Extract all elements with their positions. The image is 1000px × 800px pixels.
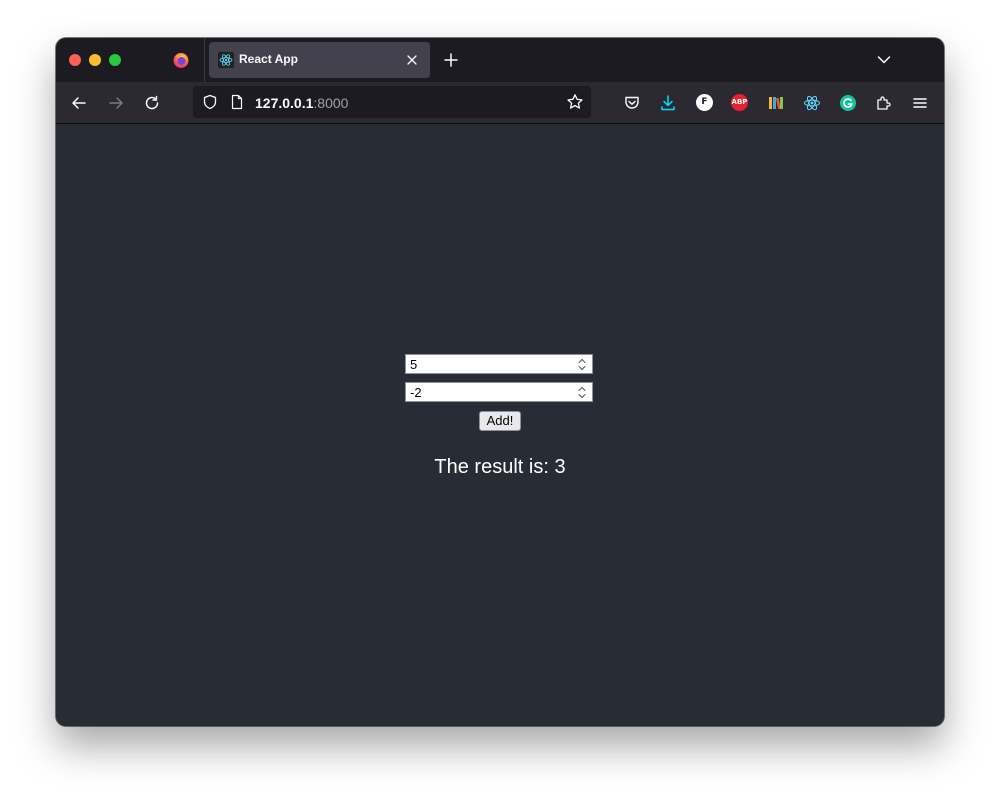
window-minimize-button[interactable] [89, 54, 101, 66]
first-number-value: 5 [410, 357, 418, 372]
plus-icon[interactable] [444, 53, 458, 67]
f-extension-icon[interactable]: F [696, 94, 713, 111]
tab-separator [204, 38, 205, 82]
second-number-input[interactable]: -2 [405, 382, 593, 402]
page-icon [231, 94, 243, 110]
nav-toolbar: 127.0.0.1:8000 F ABP [56, 82, 944, 124]
firefox-icon[interactable] [172, 51, 190, 69]
url-host: 127.0.0.1 [255, 95, 314, 111]
add-button[interactable]: Add! [479, 411, 521, 431]
chevron-down-icon[interactable] [877, 55, 891, 65]
forward-arrow-icon[interactable] [107, 94, 125, 112]
second-number-value: -2 [410, 385, 422, 400]
window-maximize-button[interactable] [109, 54, 121, 66]
tab-bar: React App [56, 38, 944, 82]
download-icon[interactable] [659, 94, 677, 112]
result-text: The result is: 3 [434, 456, 566, 478]
url-bar[interactable]: 127.0.0.1:8000 [193, 86, 591, 118]
react-devtools-icon[interactable] [803, 94, 821, 112]
tab-react-app[interactable]: React App [209, 42, 430, 78]
star-icon[interactable] [566, 93, 584, 111]
menu-hamburger-icon[interactable] [911, 94, 929, 112]
books-extension-icon[interactable] [767, 94, 785, 112]
adblock-plus-icon[interactable]: ABP [731, 94, 748, 111]
stepper-arrows-icon[interactable] [575, 357, 589, 372]
extensions-puzzle-icon[interactable] [875, 94, 893, 112]
url-text[interactable]: 127.0.0.1:8000 [255, 95, 348, 111]
shield-icon[interactable] [202, 94, 218, 110]
stepper-arrows-icon[interactable] [575, 385, 589, 400]
back-arrow-icon[interactable] [70, 94, 88, 112]
window-close-button[interactable] [69, 54, 81, 66]
pocket-icon[interactable] [623, 94, 641, 112]
browser-window: React App 127.0.0.1:8000 F ABP 5 -2 Add!… [56, 38, 944, 726]
grammarly-icon[interactable] [839, 94, 857, 112]
page-content: 5 -2 Add! The result is: 3 [56, 124, 944, 726]
url-port: :8000 [313, 95, 349, 111]
close-icon[interactable] [406, 54, 418, 66]
first-number-input[interactable]: 5 [405, 354, 593, 374]
tab-title: React App [239, 52, 298, 66]
reload-icon[interactable] [143, 94, 161, 112]
react-icon [218, 52, 234, 68]
